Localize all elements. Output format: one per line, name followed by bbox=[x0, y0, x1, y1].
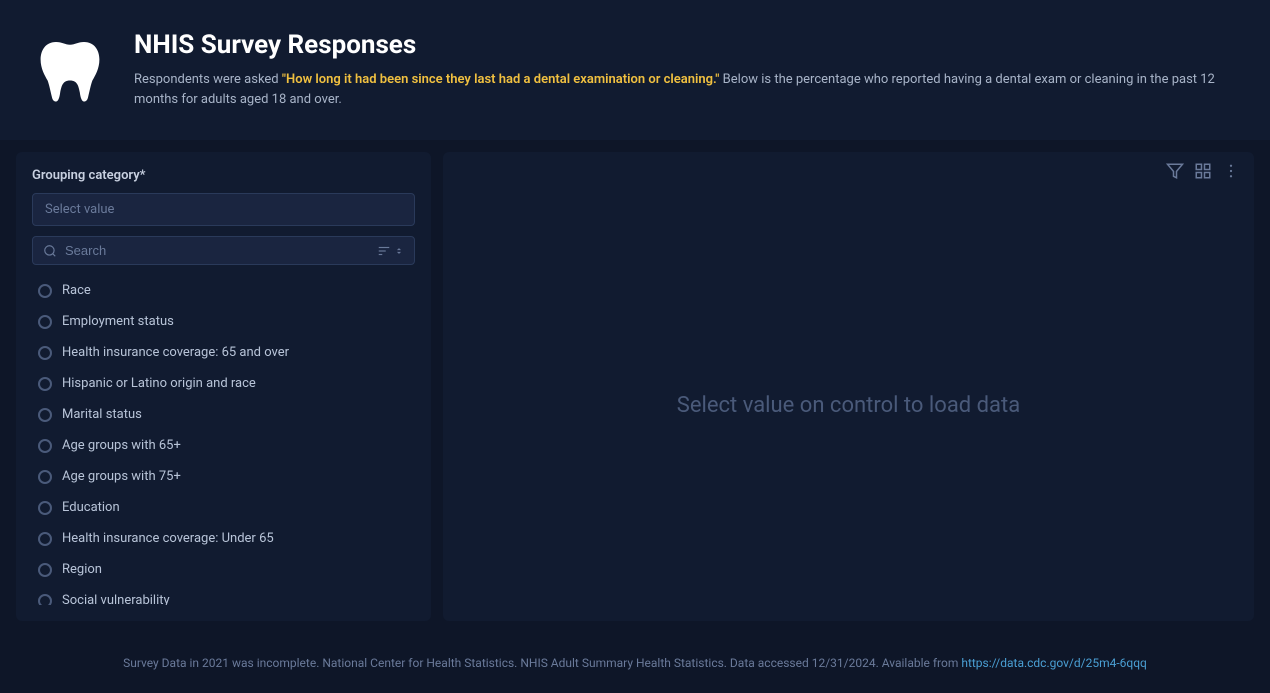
search-input[interactable] bbox=[65, 243, 369, 258]
radio-circle bbox=[38, 563, 52, 577]
option-label: Health insurance coverage: 65 and over bbox=[62, 345, 289, 360]
description-highlight: "How long it had been since they last ha… bbox=[282, 72, 720, 87]
more-options-icon[interactable] bbox=[1222, 162, 1240, 180]
footer-description: Survey Data in 2021 was incomplete. Nati… bbox=[123, 656, 961, 670]
option-label: Employment status bbox=[62, 314, 174, 329]
radio-circle bbox=[38, 377, 52, 391]
description-prefix: Respondents were asked bbox=[134, 72, 282, 87]
option-label: Social vulnerability bbox=[62, 593, 170, 605]
select-value-placeholder: Select value bbox=[45, 202, 114, 217]
header-description: Respondents were asked "How long it had … bbox=[134, 70, 1240, 110]
option-label: Health insurance coverage: Under 65 bbox=[62, 531, 274, 546]
footer: Survey Data in 2021 was incomplete. Nati… bbox=[0, 633, 1270, 693]
grid-icon[interactable] bbox=[1194, 162, 1212, 180]
app-header: NHIS Survey Responses Respondents were a… bbox=[0, 0, 1270, 140]
radio-circle bbox=[38, 594, 52, 606]
app-title: NHIS Survey Responses bbox=[134, 30, 1240, 60]
list-item[interactable]: Social vulnerability bbox=[32, 585, 415, 605]
radio-circle bbox=[38, 532, 52, 546]
list-item[interactable]: Health insurance coverage: Under 65 bbox=[32, 523, 415, 554]
right-panel: Select value on control to load data bbox=[443, 152, 1254, 621]
list-item[interactable]: Education bbox=[32, 492, 415, 523]
select-value-dropdown[interactable]: Select value bbox=[32, 193, 415, 226]
footer-text: Survey Data in 2021 was incomplete. Nati… bbox=[123, 656, 1147, 670]
toolbar bbox=[443, 152, 1254, 190]
radio-circle bbox=[38, 408, 52, 422]
option-label: Region bbox=[62, 562, 102, 577]
radio-circle bbox=[38, 501, 52, 515]
sort-button[interactable] bbox=[377, 244, 404, 258]
list-item[interactable]: Employment status bbox=[32, 306, 415, 337]
list-item[interactable]: Age groups with 75+ bbox=[32, 461, 415, 492]
radio-circle bbox=[38, 470, 52, 484]
option-label: Race bbox=[62, 283, 91, 298]
option-label: Age groups with 75+ bbox=[62, 469, 181, 484]
list-item[interactable]: Hispanic or Latino origin and race bbox=[32, 368, 415, 399]
placeholder-area: Select value on control to load data bbox=[443, 190, 1254, 621]
list-item[interactable]: Race bbox=[32, 275, 415, 306]
list-item[interactable]: Marital status bbox=[32, 399, 415, 430]
search-container bbox=[32, 236, 415, 265]
search-icon bbox=[43, 244, 57, 258]
radio-circle bbox=[38, 439, 52, 453]
grouping-category-label: Grouping category* bbox=[32, 168, 415, 183]
main-content: Grouping category* Select value bbox=[0, 140, 1270, 633]
filter-icon[interactable] bbox=[1166, 162, 1184, 180]
option-label: Marital status bbox=[62, 407, 142, 422]
radio-circle bbox=[38, 284, 52, 298]
options-list: Race Employment status Health insurance co… bbox=[32, 275, 415, 605]
option-label: Age groups with 65+ bbox=[62, 438, 181, 453]
footer-link[interactable]: https://data.cdc.gov/d/25m4-6qqq bbox=[961, 656, 1147, 670]
list-item[interactable]: Age groups with 65+ bbox=[32, 430, 415, 461]
placeholder-text: Select value on control to load data bbox=[677, 393, 1020, 418]
list-item[interactable]: Region bbox=[32, 554, 415, 585]
tooth-icon bbox=[30, 30, 110, 110]
radio-circle bbox=[38, 346, 52, 360]
radio-circle bbox=[38, 315, 52, 329]
header-text-block: NHIS Survey Responses Respondents were a… bbox=[134, 30, 1240, 110]
option-label: Hispanic or Latino origin and race bbox=[62, 376, 256, 391]
left-panel: Grouping category* Select value bbox=[16, 152, 431, 621]
list-item[interactable]: Health insurance coverage: 65 and over bbox=[32, 337, 415, 368]
option-label: Education bbox=[62, 500, 120, 515]
